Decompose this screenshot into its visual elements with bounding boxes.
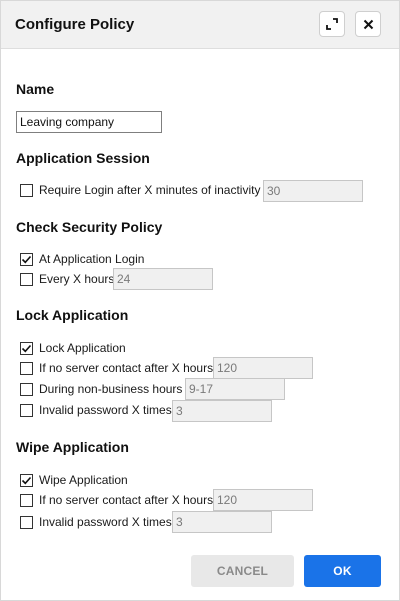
cancel-button[interactable]: CANCEL [191,555,294,587]
require-login-row: Require Login after X minutes of inactiv… [20,182,260,198]
wipe-application-title: Wipe Application [16,439,129,455]
name-section-title: Name [16,81,55,97]
policy-name-input[interactable] [16,111,162,133]
lock-no-server-contact-checkbox[interactable] [20,361,33,375]
checkmark-icon [21,476,32,484]
maximize-button[interactable] [319,11,345,37]
expand-icon [326,18,338,30]
every-x-hours-label: Every X hours [39,272,115,286]
wipe-no-server-contact-checkbox[interactable] [20,493,33,507]
non-business-hours-input[interactable] [185,378,285,400]
every-x-hours-row: Every X hours [20,271,114,287]
non-business-hours-row: During non-business hours [20,381,182,397]
non-business-hours-checkbox[interactable] [20,382,33,396]
check-security-policy-title: Check Security Policy [16,219,163,235]
wipe-application-row: Wipe Application [20,472,128,488]
lock-invalid-password-checkbox[interactable] [20,403,33,417]
wipe-invalid-password-input[interactable] [172,511,272,533]
lock-invalid-password-input[interactable] [172,400,272,422]
ok-button[interactable]: OK [304,555,381,587]
lock-invalid-password-row: Invalid password X times [20,402,172,418]
require-login-minutes-input[interactable] [263,180,363,202]
require-login-label: Require Login after X minutes of inactiv… [39,183,261,197]
lock-no-server-contact-label: If no server contact after X hours [39,361,214,375]
lock-application-checkbox[interactable] [20,341,33,355]
wipe-invalid-password-row: Invalid password X times [20,514,172,530]
dialog-title: Configure Policy [15,16,135,33]
lock-application-row: Lock Application [20,340,126,356]
lock-invalid-password-label: Invalid password X times [39,403,172,417]
wipe-no-server-contact-row: If no server contact after X hours [20,492,213,508]
lock-application-label: Lock Application [39,341,126,355]
close-icon [363,19,374,30]
close-button[interactable] [355,11,381,37]
at-login-label: At Application Login [39,252,145,266]
at-login-row: At Application Login [20,251,144,267]
checkmark-icon [21,255,32,263]
require-login-checkbox[interactable] [20,183,33,197]
application-session-title: Application Session [16,150,150,166]
lock-application-title: Lock Application [16,307,129,323]
wipe-invalid-password-checkbox[interactable] [20,515,33,529]
lock-no-server-contact-row: If no server contact after X hours [20,360,213,376]
wipe-application-checkbox[interactable] [20,473,33,487]
dialog-header: Configure Policy [1,1,399,49]
lock-no-server-contact-input[interactable] [213,357,313,379]
wipe-no-server-contact-label: If no server contact after X hours [39,493,214,507]
wipe-no-server-contact-input[interactable] [213,489,313,511]
configure-policy-dialog: Configure Policy Name Application Sessio… [0,0,400,601]
every-x-hours-checkbox[interactable] [20,272,33,286]
every-x-hours-input[interactable] [113,268,213,290]
non-business-hours-label: During non-business hours [39,382,183,396]
at-login-checkbox[interactable] [20,252,33,266]
checkmark-icon [21,344,32,352]
wipe-invalid-password-label: Invalid password X times [39,515,172,529]
wipe-application-label: Wipe Application [39,473,128,487]
